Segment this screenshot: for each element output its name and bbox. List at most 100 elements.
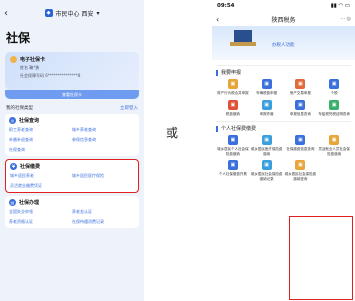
section-title: 社保办理	[19, 200, 40, 206]
service-item[interactable]: ▣ 灵活就业人员社会保险费缴纳	[317, 135, 351, 156]
highlight-box	[289, 216, 353, 300]
menu-item[interactable]: 城乡居民养老	[10, 173, 72, 179]
menu-item[interactable]: 全国失业申领	[9, 209, 72, 215]
service-item[interactable]: ▣ 城乡居民医疗保险费缴纳	[250, 135, 284, 156]
nav-title: 陕西税务	[271, 16, 296, 24]
view-card-button[interactable]: 查看社保卡	[5, 90, 139, 99]
service-item[interactable]: ▣ 车船税完税证明查询	[317, 99, 351, 117]
left-phone-screen: ‹ ◆ 市民中心 西安 ▾ 社保 电子社保卡 姓名 鞠*勇 社会保障号码 6**…	[0, 0, 144, 301]
section-title-row: 我要申报	[216, 69, 351, 76]
menu-item[interactable]: 社保查询	[9, 147, 72, 153]
card-title: 电子社保卡	[20, 57, 46, 63]
back-chevron-icon[interactable]: ‹	[4, 8, 18, 19]
social-security-card[interactable]: 电子社保卡 姓名 鞠*勇 社会保障号码 6***************8	[5, 52, 139, 90]
section-title-row: ¥ 社保缴费	[10, 163, 134, 170]
search-icon: ▣	[295, 160, 306, 170]
medical-icon: ▣	[261, 135, 272, 145]
section-personal-payment: 个人社保费缴费 ▣ 城乡居民个人社会保险费缴纳 ▣ 城乡居民医疗保险费缴纳 ▣ 社保缴费信…	[216, 121, 351, 181]
service-item[interactable]: ▣ 社保缴费信息查询	[284, 135, 318, 156]
record-icon: ▣	[261, 160, 272, 170]
service-label: 车船税完税证明查询	[318, 111, 350, 116]
card-name-line: 姓名 鞠*勇	[20, 65, 40, 70]
service-item[interactable]: ▣ 税费缴纳	[216, 99, 250, 117]
service-item[interactable]: ▣ 城乡居民社会保险费缴纳查询	[284, 160, 318, 181]
header-title: 市民中心 西安	[55, 10, 94, 18]
my-types-row: 我的社保类型 立即登入	[0, 99, 144, 111]
menu-item[interactable]: 城乡养老查询	[72, 127, 135, 133]
section-payment: ¥ 社保缴费 城乡居民养老 城乡居民医疗保险 灵活就业缴费凭证	[5, 159, 139, 193]
service-label: 灵活就业人员社会保险费缴纳	[318, 147, 350, 156]
menu-item[interactable]: 养老资格认证	[9, 219, 72, 225]
banner-slogan: 办税人功能	[272, 43, 295, 48]
service-item[interactable]: ▣ 个税	[317, 79, 351, 96]
menu-item[interactable]: 养老金认证	[72, 209, 135, 215]
section-title: 社保查询	[19, 118, 40, 124]
status-time: 09:54	[217, 3, 235, 9]
void-icon: ▣	[261, 99, 272, 110]
section-accent-bar	[216, 69, 218, 76]
menu-item[interactable]: 补缴补退查询	[9, 137, 72, 143]
section-title: 个人社保费缴费	[221, 126, 257, 132]
service-label: 城乡居民医疗保险费缴纳	[250, 147, 283, 156]
or-separator: 或	[166, 126, 179, 140]
section-title-row: 个人社保费缴费	[216, 125, 351, 132]
dropdown-chevron-icon[interactable]: ▾	[96, 10, 99, 17]
service-label: 财产行为税合并申报	[217, 91, 249, 95]
nav-bar: ‹ 陕西税务 ··· ◎	[212, 12, 355, 26]
menu-item[interactable]: 灵活就业缴费凭证	[10, 183, 72, 189]
right-phone-screen: 09:54 ▮▮ ◠ ▭ ‹ 陕西税务 ··· ◎ 办税人功能 我要申报 ▣ 财产…	[212, 0, 355, 301]
section-title-row: ▤ 社保办理	[9, 199, 135, 206]
service-item[interactable]: ▣ 城乡居民社会保险费缴纳记录	[250, 160, 284, 181]
info-icon: ▣	[295, 135, 306, 145]
menu-item[interactable]: 城乡居民医疗保险	[72, 173, 134, 179]
service-item[interactable]: ▣ 申报信息查询	[284, 99, 318, 117]
more-actions-icon[interactable]: ··· ◎	[331, 16, 351, 22]
service-label: 车辆税费申报	[256, 91, 278, 95]
card-title-row: 电子社保卡	[10, 56, 134, 63]
service-item[interactable]: ▣ 申报作废	[250, 99, 284, 117]
shield-icon: ◎	[9, 117, 16, 124]
section-declare: 我要申报 ▣ 财产行为税合并申报 ▣ 车辆税费申报 ▣ 房产交易申报 ▣ 个税 ▣ 税费缴纳 ▣ 申报…	[216, 65, 351, 116]
invoice-icon: ▣	[227, 160, 238, 170]
service-item[interactable]: ▣ 城乡居民个人社会保险费缴纳	[216, 135, 250, 156]
signal-battery-icon: ▮▮ ◠ ▭	[330, 3, 350, 9]
service-label: 城乡居民社会保险费缴纳查询	[284, 172, 317, 181]
service-item[interactable]: ▣ 个人社保缴费开具	[216, 160, 250, 181]
section-title-row: ◎ 社保查询	[9, 117, 135, 124]
login-link[interactable]: 立即登入	[120, 105, 138, 111]
section-query: ◎ 社保查询 职工养老查询 城乡养老查询 补缴补退查询 参保信息查询 社保查询	[5, 114, 139, 156]
back-chevron-icon[interactable]: ‹	[216, 15, 236, 24]
folder-icon: ▤	[9, 199, 16, 206]
service-label: 申报信息查询	[289, 111, 311, 116]
banner: 办税人功能	[212, 26, 355, 60]
service-item[interactable]: ▣ 房产交易申报	[284, 79, 318, 96]
pay-icon: ▣	[227, 135, 238, 145]
app-logo-icon: ◆	[44, 9, 53, 17]
wallet-icon: ¥	[10, 163, 17, 170]
section-accent-bar	[216, 125, 218, 132]
car-icon: ▣	[261, 79, 272, 89]
service-label: 申报作废	[259, 111, 274, 116]
flex-icon: ▣	[329, 135, 340, 145]
avatar-icon	[10, 56, 17, 63]
card-id-line: 社会保障号码 6***************8	[20, 73, 81, 78]
service-label: 城乡居民社会保险费缴纳记录	[250, 172, 283, 181]
service-item[interactable]: ▣ 车辆税费申报	[250, 79, 284, 96]
service-label: 城乡居民个人社会保险费缴纳	[217, 147, 249, 156]
service-label: 税费缴纳	[225, 111, 240, 116]
menu-item[interactable]: 参保信息查询	[72, 137, 135, 143]
query-icon: ▣	[295, 99, 306, 110]
doc-icon: ▣	[227, 79, 238, 89]
left-header: ‹ ◆ 市民中心 西安 ▾	[0, 0, 144, 26]
section-title: 我要申报	[221, 70, 242, 76]
menu-item[interactable]: 职工养老查询	[9, 127, 72, 133]
my-types-label: 我的社保类型	[6, 106, 33, 111]
service-label: 个人社保缴费开具	[218, 172, 247, 176]
tax-icon: ▣	[227, 99, 238, 110]
service-label: 个税	[330, 91, 338, 95]
menu-item[interactable]: 社保待遇消费记录	[72, 219, 135, 225]
service-item[interactable]: ▣ 财产行为税合并申报	[216, 79, 250, 96]
building-base-illustration	[230, 42, 256, 46]
cert-icon: ▣	[329, 99, 340, 110]
page-title: 社保	[6, 31, 31, 45]
